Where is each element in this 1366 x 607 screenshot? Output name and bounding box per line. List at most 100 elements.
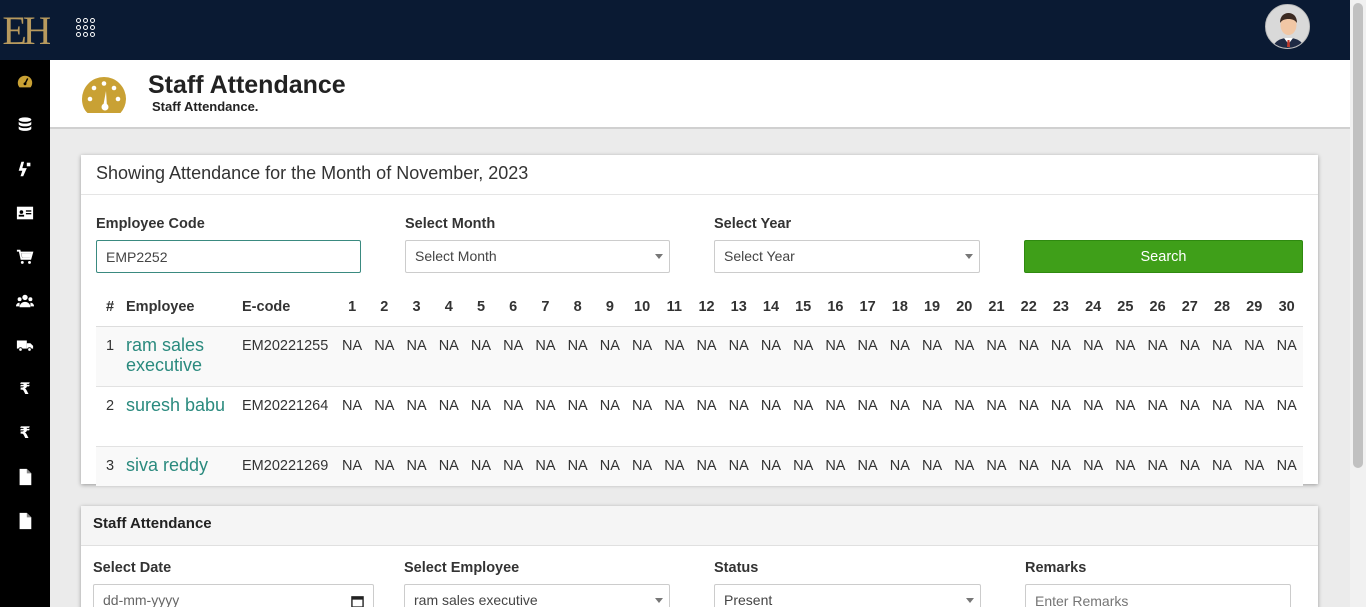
col-day-header: 23 xyxy=(1044,288,1078,327)
attendance-day-cell: NA xyxy=(1077,325,1110,386)
employee-select[interactable]: ram sales executive xyxy=(404,584,670,607)
remarks-input[interactable] xyxy=(1025,584,1291,607)
col-day-header: 26 xyxy=(1141,288,1174,327)
sidebar-item-cart[interactable] xyxy=(0,242,50,272)
col-employee-header: Employee xyxy=(124,288,240,327)
staff-attendance-heading: Staff Attendance xyxy=(81,506,1318,546)
col-day-header: 22 xyxy=(1012,288,1045,327)
row-index: 3 xyxy=(96,445,124,486)
col-ecode-header: E-code xyxy=(240,288,336,327)
date-input-placeholder: dd-mm-yyyy xyxy=(103,592,180,607)
calendar-icon[interactable] xyxy=(351,595,364,607)
attendance-day-cell: NA xyxy=(1012,445,1045,486)
col-day-header: 28 xyxy=(1205,288,1239,327)
sidebar-item-transfer[interactable] xyxy=(0,154,50,184)
sidebar-item-id-card[interactable] xyxy=(0,198,50,228)
attendance-day-cell: NA xyxy=(432,325,465,386)
attendance-day-cell: NA xyxy=(497,325,530,386)
month-select[interactable]: Select Month xyxy=(405,240,670,273)
sidebar-item-rupee-1[interactable]: ₹ xyxy=(0,374,50,404)
year-select[interactable]: Select Year xyxy=(714,240,980,273)
date-input[interactable]: dd-mm-yyyy xyxy=(93,584,374,607)
remarks-label: Remarks xyxy=(1025,560,1087,576)
attendance-day-cell: NA xyxy=(948,445,981,486)
apps-grid-icon[interactable] xyxy=(76,18,98,40)
attendance-day-cell: NA xyxy=(1012,325,1045,386)
month-select-value: Select Month xyxy=(415,248,497,264)
employee-name-link[interactable]: suresh babu xyxy=(126,395,225,415)
sidebar-item-rupee-2[interactable]: ₹ xyxy=(0,418,50,448)
employee-cell: suresh babu xyxy=(124,385,240,446)
attendance-day-cell: NA xyxy=(883,325,916,386)
employee-cell: siva reddy xyxy=(124,445,240,486)
employee-name-link[interactable]: siva reddy xyxy=(126,455,208,475)
attendance-day-cell: NA xyxy=(529,445,562,486)
brand-logo[interactable]: EH xyxy=(0,0,52,60)
attendance-day-cell: NA xyxy=(980,445,1013,486)
page-scrollbar[interactable] xyxy=(1350,0,1366,607)
tachometer-icon xyxy=(17,75,33,88)
sidebar-item-delivery[interactable] xyxy=(0,330,50,360)
col-day-header: 30 xyxy=(1270,288,1303,327)
sidebar-item-file-1[interactable] xyxy=(0,462,50,492)
table-row: 3 siva reddy EM20221269 NA NA NA NA NA NA NA NA NA N… xyxy=(96,445,1303,486)
attendance-day-cell: NA xyxy=(432,445,465,486)
col-day-header: 13 xyxy=(722,288,755,327)
sidebar-item-users[interactable] xyxy=(0,286,50,316)
col-day-header: 5 xyxy=(464,288,498,327)
attendance-day-cell: NA xyxy=(915,445,949,486)
attendance-day-cell: NA xyxy=(722,385,755,446)
status-select[interactable]: Present xyxy=(714,584,981,607)
attendance-day-cell: NA xyxy=(1077,445,1110,486)
sidebar-item-dashboard[interactable] xyxy=(0,67,50,97)
attendance-day-cell: NA xyxy=(658,325,691,386)
attendance-day-cell: NA xyxy=(1109,445,1142,486)
attendance-day-cell: NA xyxy=(722,445,755,486)
employee-code-input[interactable] xyxy=(96,240,361,273)
sidebar: EH ₹ ₹ xyxy=(0,0,52,607)
date-label: Select Date xyxy=(93,560,172,576)
attendance-day-cell: NA xyxy=(1109,325,1142,386)
attendance-day-cell: NA xyxy=(1173,385,1206,446)
col-day-header: 12 xyxy=(690,288,723,327)
status-label: Status xyxy=(714,560,759,576)
attendance-day-cell: NA xyxy=(464,445,498,486)
attendance-day-cell: NA xyxy=(529,385,562,446)
employee-code-label: Employee Code xyxy=(96,216,205,232)
user-avatar[interactable] xyxy=(1265,4,1310,49)
attendance-day-cell: NA xyxy=(1044,445,1078,486)
attendance-day-cell: NA xyxy=(336,445,369,486)
scrollbar-thumb[interactable] xyxy=(1353,3,1363,468)
chevron-down-icon xyxy=(966,598,974,603)
users-icon xyxy=(16,294,34,308)
attendance-day-cell: NA xyxy=(819,445,852,486)
attendance-day-cell: NA xyxy=(658,385,691,446)
attendance-day-cell: NA xyxy=(754,385,788,446)
attendance-day-cell: NA xyxy=(400,325,433,386)
attendance-day-cell: NA xyxy=(1077,385,1110,446)
col-day-header: 20 xyxy=(948,288,981,327)
col-day-header: 8 xyxy=(561,288,594,327)
sidebar-item-file-2[interactable] xyxy=(0,506,50,536)
col-day-header: 16 xyxy=(819,288,852,327)
ecode-cell: EM20221264 xyxy=(240,385,336,446)
attendance-day-cell: NA xyxy=(368,445,401,486)
col-day-header: 17 xyxy=(851,288,884,327)
col-day-header: 15 xyxy=(787,288,820,327)
attendance-day-cell: NA xyxy=(625,445,659,486)
id-card-icon xyxy=(16,206,34,220)
attendance-day-cell: NA xyxy=(1044,325,1078,386)
avatar-icon xyxy=(1266,5,1309,48)
attendance-day-cell: NA xyxy=(754,445,788,486)
attendance-day-cell: NA xyxy=(336,325,369,386)
col-day-header: 27 xyxy=(1173,288,1206,327)
attendance-day-cell: NA xyxy=(690,325,723,386)
col-day-header: 14 xyxy=(754,288,788,327)
attendance-day-cell: NA xyxy=(819,385,852,446)
page-header: Staff Attendance Staff Attendance. xyxy=(50,60,1350,129)
search-button[interactable]: Search xyxy=(1024,240,1303,273)
staff-attendance-card: Staff Attendance Select Date dd-mm-yyyy … xyxy=(81,506,1318,607)
sidebar-item-database[interactable] xyxy=(0,110,50,140)
gauge-icon xyxy=(82,77,126,113)
employee-name-link[interactable]: ram sales executive xyxy=(126,335,238,375)
